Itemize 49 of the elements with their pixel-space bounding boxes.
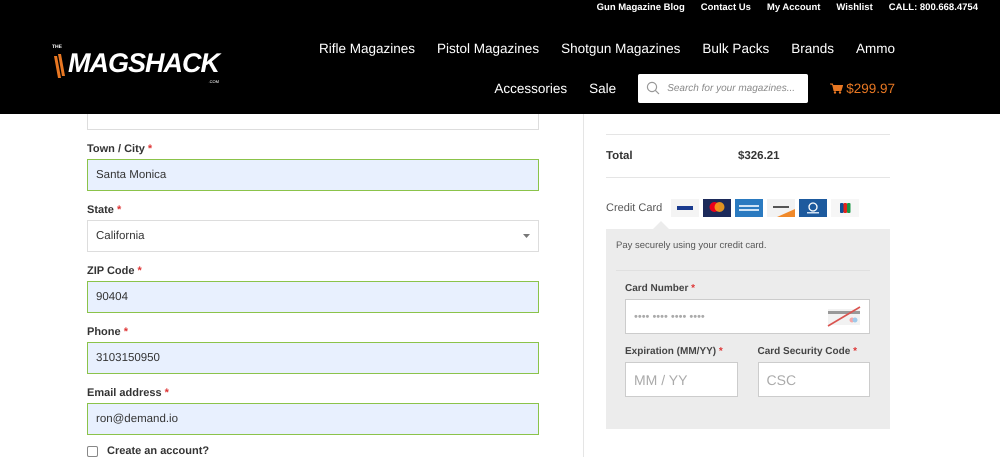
nav-link[interactable]: Rifle Magazines <box>318 38 416 60</box>
payment-description: Pay securely using your credit card. <box>616 239 870 271</box>
security-code-field[interactable]: CSC <box>758 362 870 397</box>
logo-name: MAGSHACK <box>68 48 219 78</box>
checkbox-label: Create an account? <box>107 445 210 457</box>
field-label: Phone * <box>87 325 129 340</box>
field-label: ZIP Code * <box>87 264 143 279</box>
expiration-field[interactable]: MM / YY <box>625 362 738 397</box>
search-icon <box>646 81 660 95</box>
nav-link[interactable]: Pistol Magazines <box>437 38 540 60</box>
state-select[interactable]: California <box>87 220 539 252</box>
input-field[interactable]: ron@demand.io <box>87 403 539 435</box>
input-field[interactable] <box>87 114 539 130</box>
amex-card-icon <box>735 199 764 217</box>
nav-link[interactable]: Brands <box>791 38 834 60</box>
input-field[interactable]: 3103150950 <box>87 342 539 374</box>
top-link[interactable]: Contact Us <box>700 2 751 14</box>
field-label: State * <box>87 203 122 218</box>
input-field[interactable]: 90404 <box>87 281 539 313</box>
checkbox[interactable] <box>87 446 98 456</box>
top-link[interactable]: CALL: 800.668.4754 <box>888 2 978 14</box>
top-link[interactable]: Wishlist <box>836 2 873 14</box>
top-link[interactable]: My Account <box>766 2 820 14</box>
summary-value: $326.21 <box>738 150 780 162</box>
discover-card-icon <box>767 199 796 217</box>
card-crossed-icon <box>826 305 862 327</box>
cart-icon <box>830 83 844 94</box>
jcb-card-icon <box>831 199 860 217</box>
visa-card-icon <box>671 199 700 217</box>
nav-link[interactable]: Bulk Packs <box>702 38 770 60</box>
nav-link[interactable]: Accessories <box>494 78 568 100</box>
nav-link[interactable]: Shotgun Magazines <box>561 38 680 60</box>
mastercard-icon <box>703 199 732 217</box>
field-label: Town / City * <box>87 142 154 157</box>
diners-card-icon <box>799 199 828 217</box>
input-field[interactable]: Santa Monica <box>87 159 539 191</box>
card-number-field[interactable]: •••• •••• •••• •••• <box>625 299 870 334</box>
top-link[interactable]: Gun Magazine Blog <box>596 2 685 14</box>
field-label: Email address * <box>87 386 170 401</box>
field-label: Card Number * <box>625 282 696 296</box>
caret-icon <box>523 234 530 238</box>
summary-label: Total <box>606 150 634 162</box>
nav-link[interactable]: Ammo <box>856 38 895 60</box>
nav-link[interactable]: Sale <box>589 78 616 100</box>
cart-link[interactable]: $299.97 <box>830 81 895 96</box>
search-field[interactable]: Search for your magazines... <box>638 74 808 103</box>
field-label: Card Security Code * <box>758 345 858 359</box>
field-label: Expiration (MM/YY) * <box>625 345 724 359</box>
payment-method-label: Credit Card <box>606 202 662 214</box>
